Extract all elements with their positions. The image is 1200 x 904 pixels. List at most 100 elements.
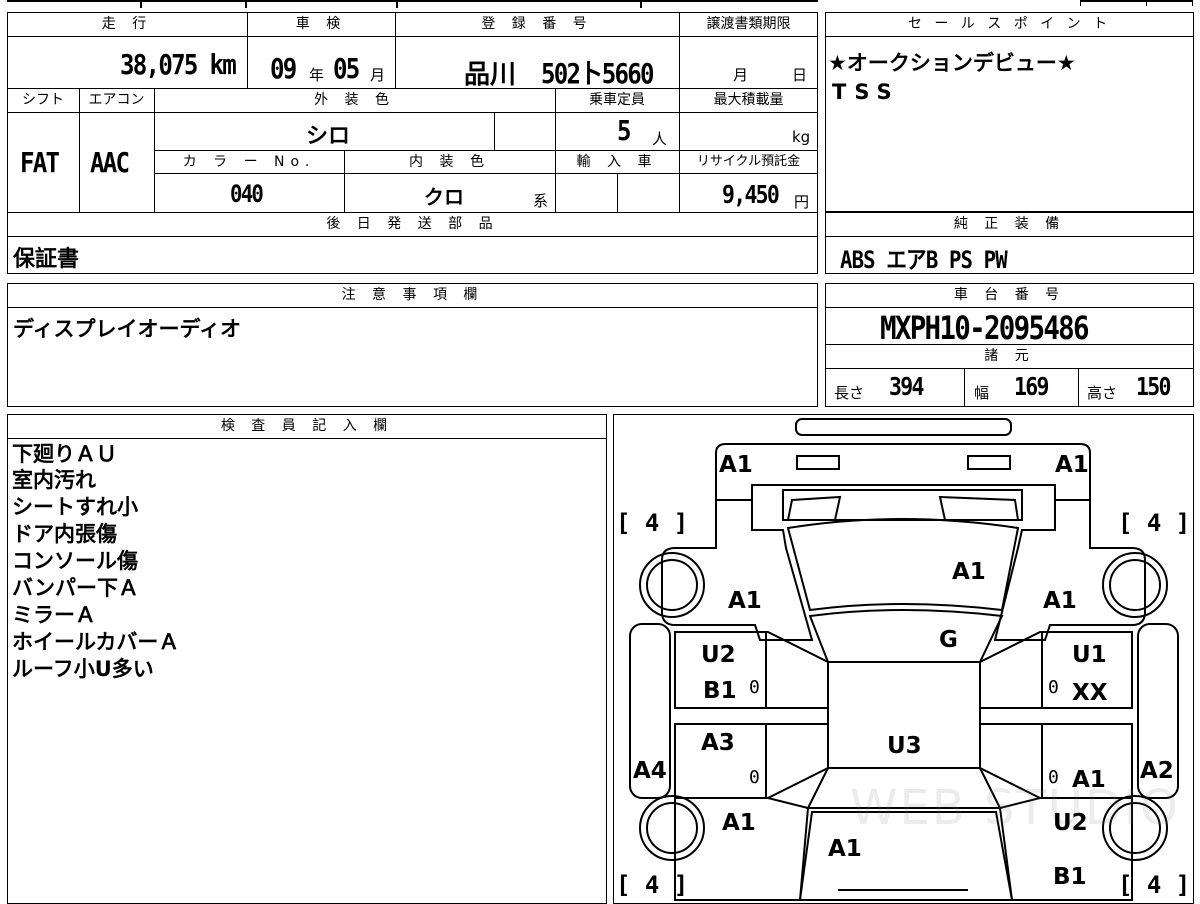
chassis-value: MXPH10-2095486	[880, 309, 1090, 347]
color-no-label: カ ラ ー No.	[155, 151, 343, 173]
mark-right-rear-fender-2: B1	[1053, 864, 1087, 890]
interior-color-suffix: 系	[533, 192, 549, 210]
top-cut-divider-1	[140, 0, 142, 8]
inspector-line-5: コンソール傷	[12, 549, 138, 573]
mark-left-rear-fender: A1	[722, 810, 756, 836]
max-load-unit: kg	[792, 128, 811, 146]
chassis-label: 車 台 番 号	[826, 284, 1193, 306]
notes-label: 注 意 事 項 欄	[8, 284, 817, 306]
tire-rear-right: [ 4 ]	[1118, 871, 1191, 899]
length-value: 394	[889, 372, 924, 401]
top-cut-line	[7, 0, 818, 2]
mark-trunk: A1	[828, 836, 862, 862]
mark-right-front-door-1: U1	[1072, 642, 1107, 668]
top-right-cut-div	[1080, 0, 1081, 6]
max-load-label: 最大積載量	[680, 89, 817, 111]
top-cut-divider-4	[640, 0, 642, 8]
top-right-cut-div-2	[1146, 0, 1147, 6]
mark-right-sill: A2	[1140, 758, 1174, 784]
shift-label: シフト	[8, 89, 78, 111]
inspector-line-6: バンパー下Ａ	[12, 576, 140, 600]
inspector-line-4: ドア内張傷	[12, 522, 117, 546]
equipment-label: 純 正 装 備	[826, 213, 1193, 235]
registration-area: 品川	[464, 60, 517, 90]
length-label: 長さ	[834, 384, 865, 402]
later-parts-label: 後 日 発 送 部 品	[8, 213, 817, 235]
inspector-line-3: シートすれ小	[12, 495, 138, 519]
mark-left-front-door-1: U2	[701, 642, 736, 668]
door-zero-right-front: 0	[1048, 677, 1059, 698]
interior-color-value: クロ	[424, 185, 464, 209]
equipment-header-line	[825, 236, 1194, 237]
recycle-fee-unit: 円	[794, 193, 810, 211]
inspection-month: 05	[333, 52, 360, 85]
width-label: 幅	[974, 384, 990, 402]
mark-front-left-corner: A1	[719, 452, 753, 478]
tire-front-left: [ 4 ]	[616, 509, 689, 537]
exterior-color-label: 外 装 色	[155, 89, 554, 111]
mark-roof: U3	[887, 733, 922, 759]
tire-rear-left: [ 4 ]	[616, 871, 689, 899]
later-parts-value: 保証書	[13, 247, 80, 272]
transfer-deadline-label: 譲渡書類期限	[680, 13, 817, 35]
mark-right-front-door-2: XX	[1072, 680, 1108, 706]
ext-color-subdiv	[494, 112, 495, 150]
inspection-year: 09	[270, 52, 297, 85]
mark-right-rear-fender-1: U2	[1053, 810, 1088, 836]
row2-header-line	[7, 112, 818, 113]
capacity-label: 乗車定員	[556, 89, 678, 111]
notes-header-line	[7, 307, 818, 308]
notes-value: ディスプレイオーディオ	[13, 317, 242, 341]
registration-label: 登 録 番 号	[396, 13, 678, 35]
inspector-line-2: 室内汚れ	[12, 468, 96, 492]
capacity-unit: 人	[652, 130, 668, 148]
mark-hood: A1	[952, 559, 986, 585]
height-value: 150	[1136, 372, 1171, 401]
mileage-value: 38,075 km	[120, 48, 237, 81]
inspector-line-1: 下廻りＡＵ	[12, 442, 117, 466]
mark-left-front-fender: A1	[728, 588, 762, 614]
door-zero-left-front: 0	[749, 677, 760, 698]
sales-point-header-line	[825, 36, 1194, 37]
inspector-header-line	[7, 438, 607, 439]
mark-windshield: G	[939, 627, 958, 653]
dims-header-line	[825, 368, 1194, 369]
mark-right-rear-door: A1	[1072, 767, 1106, 793]
top-cut-divider-2	[245, 0, 247, 8]
inspector-line-9: ルーフ小U多い	[12, 657, 154, 681]
top-right-cut-div-3	[1192, 0, 1193, 6]
height-label: 高さ	[1087, 384, 1118, 402]
mileage-label: 走 行	[8, 13, 246, 35]
dims-div-2	[1078, 368, 1079, 407]
mark-front-right-corner: A1	[1055, 452, 1089, 478]
row2b-header-line	[154, 173, 818, 174]
inspector-label: 検 査 員 記 入 欄	[8, 415, 606, 437]
transfer-day-unit: 日	[792, 66, 808, 84]
shift-value: FAT	[20, 146, 60, 179]
col-import-subdiv	[617, 173, 618, 212]
color-no-value: 040	[230, 180, 264, 208]
top-cut-divider-3	[396, 0, 398, 8]
inspection-year-unit: 年	[309, 66, 325, 84]
import-label: 輸 入 車	[556, 151, 678, 173]
transfer-month-unit: 月	[733, 66, 749, 84]
recycle-fee-value: 9,450	[722, 180, 780, 209]
chassis-header-line	[825, 307, 1194, 308]
dims-label: 諸 元	[826, 345, 1193, 367]
sales-point-line-1: ★オークションデビュー★	[828, 51, 1076, 75]
equipment-value: ABS エアB PS PW	[840, 246, 1008, 274]
mark-left-sill: A4	[633, 758, 667, 784]
sales-point-line-2: TSS	[832, 80, 900, 104]
diagram-watermark: WEB STUDIO	[850, 780, 1180, 836]
door-zero-left-rear: 0	[749, 767, 760, 788]
mark-left-front-door-2: B1	[703, 678, 737, 704]
aircon-label: エアコン	[80, 89, 153, 111]
inspection-month-unit: 月	[370, 66, 386, 84]
tire-front-right: [ 4 ]	[1118, 509, 1191, 537]
dims-div-1	[964, 368, 965, 407]
top-right-cut-line	[1080, 0, 1193, 2]
registration-number: 502ト5660	[541, 57, 655, 90]
inspection-label: 車 検	[248, 13, 394, 35]
row1-header-line	[7, 36, 818, 37]
exterior-color-value: シロ	[306, 124, 351, 149]
